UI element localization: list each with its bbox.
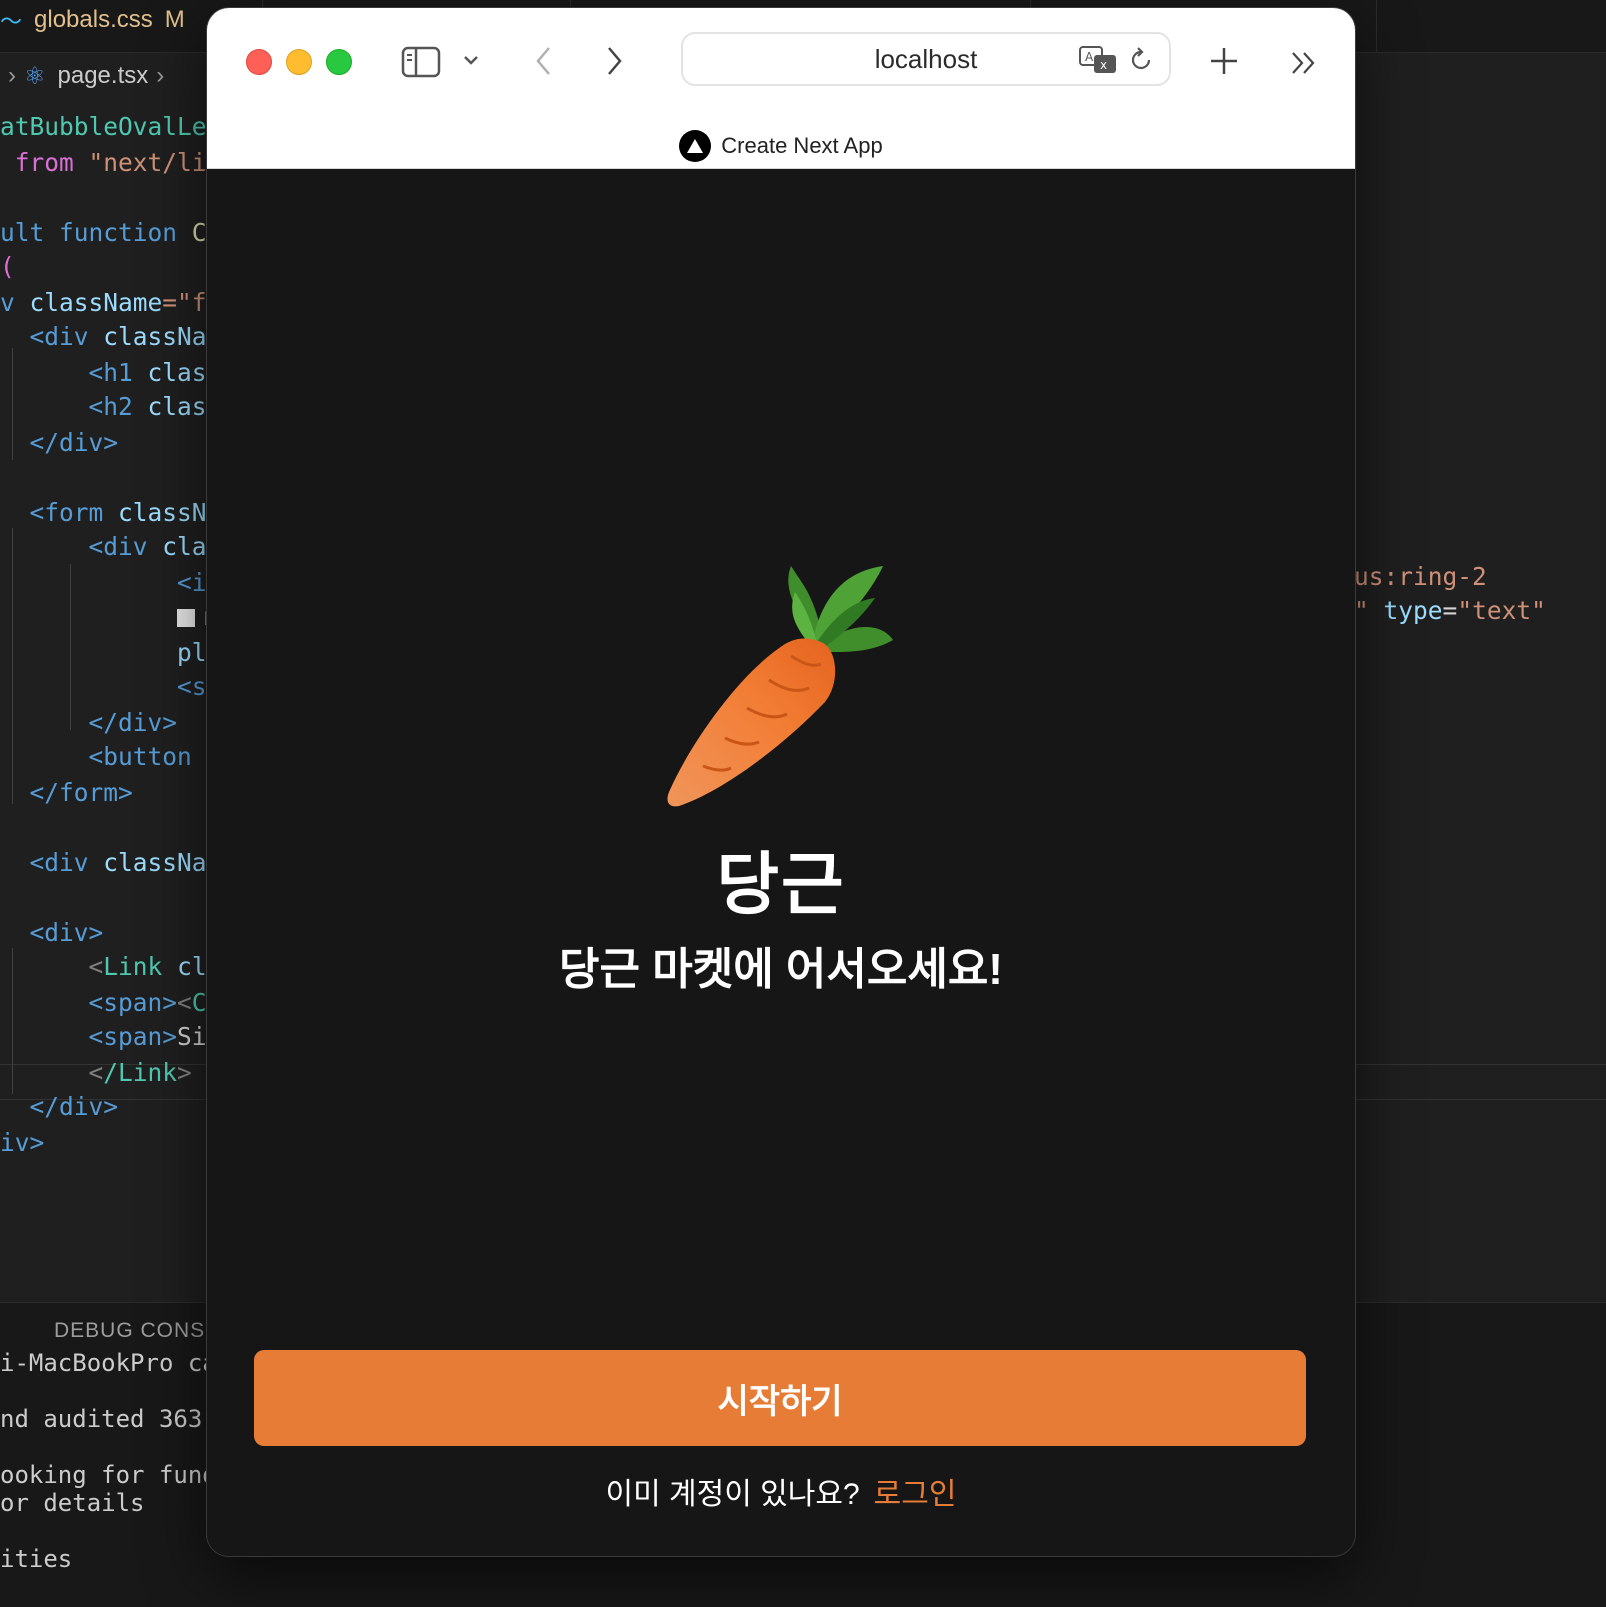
code-line: (	[0, 252, 15, 281]
code-line: <span>Sign	[88, 1022, 237, 1051]
app-page: 당근 당근 마켓에 어서오세요! 시작하기 이미 계정이 있나요? 로그인	[207, 169, 1355, 1556]
login-link[interactable]: 로그인	[874, 1478, 957, 1511]
code-line: <form classNam	[29, 498, 237, 527]
terminal-line: nd audited 363	[0, 1405, 203, 1433]
new-tab-icon[interactable]	[1207, 44, 1241, 78]
code-line: ult function Cr	[0, 218, 221, 247]
code-line: <h2 classN	[88, 392, 237, 421]
address-bar[interactable]: localhost Ax	[681, 32, 1171, 86]
terminal-line: ooking for fund	[0, 1461, 217, 1489]
code-line: <h1 classN	[88, 358, 237, 387]
chevron-right-icon: ›	[156, 62, 165, 89]
chevron-right-icon: ›	[8, 62, 16, 89]
login-prompt-row: 이미 계정이 있나요? 로그인	[207, 1469, 1355, 1513]
nextjs-triangle-icon	[679, 130, 712, 162]
editor-tab-filename: globals.css	[34, 6, 153, 33]
code-line: v className="fl	[0, 288, 222, 317]
translate-icon[interactable]: Ax	[1079, 46, 1117, 74]
code-line: <div class	[88, 532, 237, 561]
editor-tab-globals-css[interactable]: 〜 globals.css M	[0, 0, 185, 40]
react-icon: ⚛	[24, 62, 46, 90]
code-line: </div>	[29, 1092, 119, 1121]
code-line: </div>	[88, 708, 178, 737]
start-button[interactable]: 시작하기	[254, 1350, 1306, 1446]
tab-title-text: Create Next App	[721, 133, 883, 158]
code-line: </form>	[29, 778, 133, 807]
terminal-line: i-MacBookPro ca	[0, 1349, 217, 1377]
back-icon[interactable]	[529, 44, 559, 78]
chevron-down-icon[interactable]	[461, 50, 481, 70]
code-line: <div className	[29, 848, 237, 877]
terminal-line: or details	[0, 1489, 145, 1517]
more-icon[interactable]	[1287, 48, 1321, 78]
svg-text:x: x	[1100, 58, 1107, 72]
code-line: <button cl	[88, 742, 237, 771]
code-line: <span><Cha	[88, 988, 237, 1017]
breadcrumb-file[interactable]: page.tsx	[58, 62, 149, 90]
sidebar-icon[interactable]	[399, 44, 443, 80]
app-title: 당근	[716, 847, 846, 923]
tailwind-icon: 〜	[0, 9, 23, 34]
code-line: </div>	[29, 428, 119, 457]
panel-tab-debug-console[interactable]: DEBUG CONSO	[54, 1319, 223, 1343]
browser-tab[interactable]: Create Next App	[207, 126, 1355, 166]
code-line: <div>	[29, 918, 104, 947]
carrot-icon	[661, 552, 901, 808]
browser-toolbar: localhost Ax Create Next App	[207, 8, 1355, 169]
code-line: atBubbleOvalLef	[0, 112, 222, 141]
code-overflow-right: us:ring-2 " type="text"	[1354, 562, 1546, 625]
editor-tab-modified-badge: M	[164, 6, 185, 33]
app-subtitle: 당근 마켓에 어서오세요!	[559, 945, 1003, 994]
svg-text:A: A	[1085, 50, 1094, 64]
breadcrumb: › ⚛ page.tsx ›	[0, 56, 172, 96]
code-line: from "next/lin	[14, 148, 222, 177]
reload-icon[interactable]	[1127, 46, 1155, 74]
forward-icon[interactable]	[599, 44, 629, 78]
code-line: <div className	[29, 322, 237, 351]
code-line: iv>	[0, 1128, 45, 1157]
zoom-window-button[interactable]	[326, 49, 352, 75]
minimize-window-button[interactable]	[286, 49, 312, 75]
close-window-button[interactable]	[246, 49, 272, 75]
code-line: </Link>	[88, 1058, 192, 1087]
code-line: <Link clas	[88, 952, 237, 981]
browser-window: localhost Ax Create Next App 당근 당근 마켓에 어…	[207, 8, 1355, 1556]
login-prompt-text: 이미 계정이 있나요?	[605, 1478, 860, 1511]
terminal-line: ities	[0, 1545, 73, 1573]
